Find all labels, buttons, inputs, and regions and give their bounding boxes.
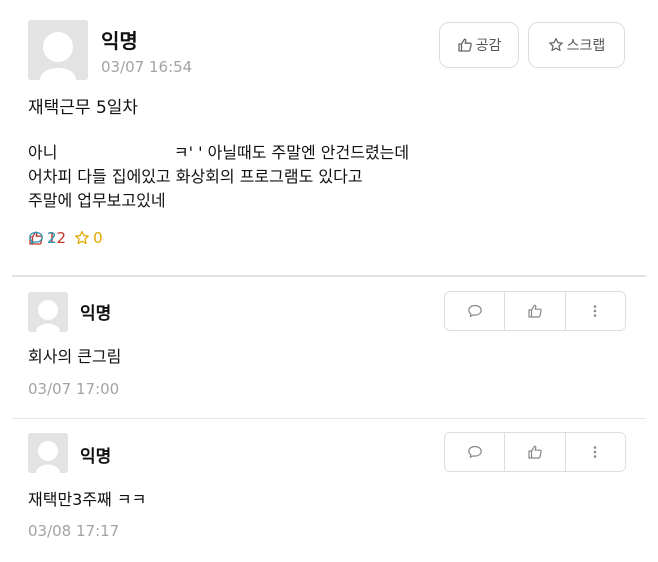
comment-like-button[interactable]: [504, 292, 564, 330]
more-options-button[interactable]: [564, 433, 625, 471]
comment-actions: [444, 291, 626, 331]
thumbs-up-icon: [528, 445, 542, 459]
like-button-label: 공감: [475, 38, 502, 54]
more-vertical-icon: [594, 305, 597, 317]
comment-count-value: 2: [47, 229, 57, 247]
comment-like-button[interactable]: [504, 433, 564, 471]
scrap-button-label: 스크랩: [566, 38, 606, 54]
post: 익명 03/07 16:54 공감 스크랩 재택근무 5일차 아니 ㅋ ㅋ' '…: [0, 0, 658, 272]
speech-bubble-icon: [29, 231, 43, 245]
more-vertical-icon: [594, 446, 597, 458]
anonymous-avatar-icon: [28, 292, 68, 332]
comment-item: 익명 회사의 큰그림 03/07 17:00: [0, 278, 658, 416]
comment-author: 익명: [80, 447, 112, 467]
comment-item: 익명 재택만3주째 ㅋㅋ 03/08 17:17: [0, 419, 658, 559]
comment-timestamp: 03/07 17:00: [28, 380, 120, 398]
more-options-button[interactable]: [564, 292, 625, 330]
comment-text: 회사의 큰그림: [28, 347, 122, 366]
comment-text: 재택만3주째 ㅋㅋ: [28, 490, 147, 509]
like-button[interactable]: 공감: [439, 22, 519, 68]
comment-author: 익명: [80, 304, 112, 324]
post-author: 익명: [101, 29, 138, 53]
divider: [12, 275, 646, 277]
comment-timestamp: 03/08 17:17: [28, 522, 120, 540]
speech-bubble-icon: [467, 445, 482, 458]
thumbs-up-icon: [457, 38, 472, 52]
speech-bubble-icon: [467, 304, 482, 317]
reply-button[interactable]: [445, 433, 504, 471]
anonymous-avatar-icon: [28, 20, 88, 80]
redaction-mask: [58, 141, 168, 161]
star-icon: [548, 37, 563, 52]
comment-count: 2: [28, 229, 658, 247]
post-stats: 12 2 0: [28, 229, 111, 247]
thumbs-up-icon: [528, 304, 542, 318]
post-timestamp: 03/07 16:54: [101, 58, 193, 76]
reply-button[interactable]: [445, 292, 504, 330]
anonymous-avatar-icon: [28, 433, 68, 473]
comment-actions: [444, 432, 626, 472]
post-title: 재택근무 5일차: [28, 98, 139, 118]
scrap-button[interactable]: 스크랩: [528, 22, 625, 68]
